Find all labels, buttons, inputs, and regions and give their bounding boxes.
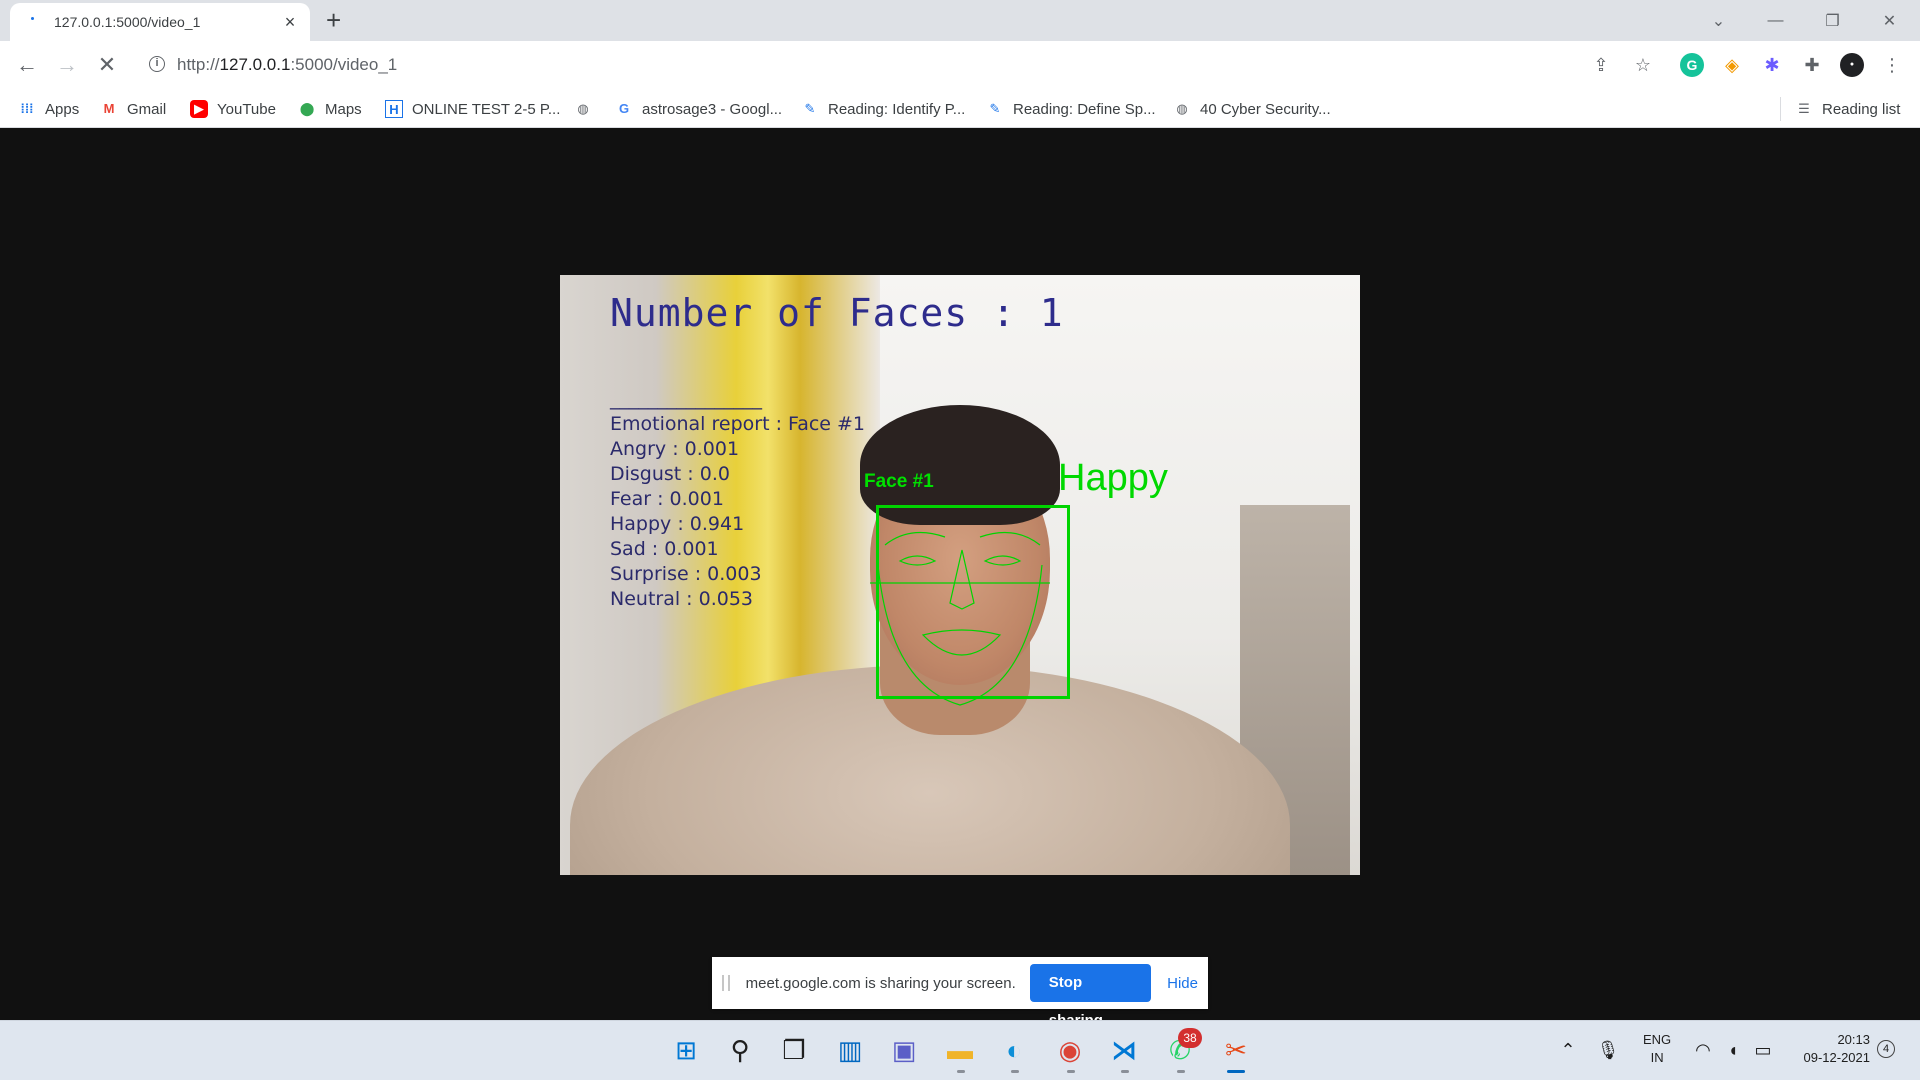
share-message: meet.google.com is sharing your screen. <box>745 974 1016 992</box>
emotion-surprise: Surprise : 0.003 <box>610 563 762 585</box>
window-controls: ⌄ — ❐ ✕ <box>1690 0 1918 41</box>
system-clock[interactable]: 20:13 09-12-2021 <box>1790 1031 1871 1067</box>
running-indicator <box>1177 1070 1185 1073</box>
face-id-label: Face #1 <box>864 471 934 492</box>
bookmark-apps[interactable]: ⁞⁞⁞ Apps <box>18 98 80 120</box>
bookmark-globe[interactable]: ◍ <box>574 98 601 120</box>
notification-count-badge[interactable]: 4 <box>1877 1040 1895 1058</box>
apps-grid-icon: ⁞⁞⁞ <box>20 101 34 116</box>
forward-arrow-icon[interactable]: → <box>53 51 81 79</box>
tab-title: 127.0.0.1:5000/video_1 <box>54 14 201 30</box>
page-content: Number of Faces : 1 ________________ Emo… <box>0 128 1920 1020</box>
close-tab-icon[interactable]: × <box>280 12 300 33</box>
new-tab-button[interactable]: + <box>326 6 341 34</box>
teams-chat-icon[interactable]: ▣ <box>886 1032 922 1068</box>
emotion-angry: Angry : 0.001 <box>610 438 740 460</box>
bookmark-youtube[interactable]: ▶ YouTube <box>190 98 276 120</box>
globe-icon: ◍ <box>1176 101 1188 116</box>
youtube-icon: ▶ <box>190 100 208 118</box>
reading-icon: ✎ <box>989 101 1001 116</box>
extensions-puzzle-icon[interactable]: ✚ <box>1800 53 1824 77</box>
start-windows-icon[interactable]: ⊞ <box>668 1032 704 1068</box>
minimize-button[interactable]: — <box>1747 12 1804 30</box>
bookmark-reading-define[interactable]: ✎ Reading: Define Sp... <box>986 98 1156 120</box>
search-icon[interactable]: ⚲ <box>722 1032 758 1068</box>
h-logo-icon: H <box>385 100 403 118</box>
detected-emotion-label: Happy <box>1058 457 1168 499</box>
restore-button[interactable]: ❐ <box>1804 11 1861 31</box>
google-icon: G <box>618 101 630 116</box>
reading-list-button[interactable]: ☰ Reading list <box>1795 98 1900 120</box>
browser-tab[interactable]: 127.0.0.1:5000/video_1 × <box>10 3 310 41</box>
site-info-icon[interactable]: i <box>149 56 165 72</box>
chrome-browser-icon[interactable]: ◉ <box>1052 1032 1088 1068</box>
reading-list-icon: ☰ <box>1798 101 1810 116</box>
emotion-neutral: Neutral : 0.053 <box>610 588 754 610</box>
back-arrow-icon[interactable]: ← <box>13 51 41 79</box>
screen-share-banner: meet.google.com is sharing your screen. … <box>712 957 1208 1029</box>
profile-avatar[interactable]: ● <box>1840 53 1864 77</box>
language-indicator[interactable]: ENG IN <box>1643 1031 1671 1067</box>
analysis-overlay: Number of Faces : 1 ________________ Emo… <box>560 275 1360 875</box>
emotion-disgust: Disgust : 0.0 <box>610 463 730 485</box>
report-separator: ________________ <box>610 388 762 410</box>
running-indicator <box>1011 1070 1019 1073</box>
address-bar[interactable]: i http://127.0.0.1:5000/video_1 <box>139 48 1659 82</box>
bookmark-star-icon[interactable]: ☆ <box>1631 53 1655 77</box>
running-indicator <box>1067 1070 1075 1073</box>
extension-snowflake-icon[interactable]: ✱ <box>1760 53 1784 77</box>
hide-banner-link[interactable]: Hide <box>1167 975 1198 992</box>
close-window-button[interactable]: ✕ <box>1861 11 1918 31</box>
bookmark-online-test[interactable]: H ONLINE TEST 2-5 P... <box>385 98 560 120</box>
grammarly-extension-icon[interactable]: G <box>1680 53 1704 77</box>
microphone-icon[interactable]: 🎙 <box>1590 1032 1626 1068</box>
widgets-icon[interactable]: ▥ <box>832 1032 868 1068</box>
file-explorer-icon[interactable]: ▬ <box>942 1032 978 1068</box>
bookmarks-bar: ⁞⁞⁞ Apps M Gmail ▶ YouTube ⬤ Maps H ONLI… <box>0 89 1920 128</box>
show-hidden-icons-chevron-icon[interactable]: ⌃ <box>1550 1032 1586 1068</box>
tab-strip: 127.0.0.1:5000/video_1 × + ⌄ — ❐ ✕ <box>0 0 1920 41</box>
maps-pin-icon: ⬤ <box>299 101 315 116</box>
bookmark-maps[interactable]: ⬤ Maps <box>298 98 362 120</box>
bookmark-gmail[interactable]: M Gmail <box>100 98 167 120</box>
stop-sharing-button[interactable]: Stop sharing <box>1029 964 1152 1029</box>
task-view-icon[interactable]: ❐ <box>776 1032 812 1068</box>
snipping-tool-icon[interactable]: ✂ <box>1218 1032 1254 1068</box>
running-indicator <box>1121 1070 1129 1073</box>
gmail-icon: M <box>103 101 115 116</box>
stop-loading-icon[interactable]: ✕ <box>93 51 121 79</box>
whatsapp-unread-badge: 38 <box>1178 1028 1202 1048</box>
faces-count-title: Number of Faces : 1 <box>610 291 1064 335</box>
emotion-fear: Fear : 0.001 <box>610 488 724 510</box>
globe-icon: ◍ <box>577 101 589 116</box>
browser-toolbar: ← → ✕ i http://127.0.0.1:5000/video_1 ⇪ … <box>0 41 1920 89</box>
reading-icon: ✎ <box>804 101 816 116</box>
battery-icon[interactable]: ▭ <box>1745 1032 1781 1068</box>
bookmarks-divider <box>1780 97 1781 121</box>
extension-icon[interactable]: ◈ <box>1720 53 1744 77</box>
active-app-indicator <box>1227 1070 1245 1073</box>
share-icon[interactable]: ⇪ <box>1589 53 1613 77</box>
bookmark-cyber-security[interactable]: ◍ 40 Cyber Security... <box>1173 98 1330 120</box>
emotion-report: ________________ Emotional report : Face… <box>610 387 865 612</box>
loading-spinner-icon <box>24 14 40 30</box>
emotion-happy: Happy : 0.941 <box>610 513 745 535</box>
report-header: Emotional report : Face #1 <box>610 413 866 435</box>
url-text: http://127.0.0.1:5000/video_1 <box>177 55 398 74</box>
drag-handle-icon[interactable] <box>722 975 730 991</box>
vscode-icon[interactable]: ⋊ <box>1106 1032 1142 1068</box>
face-bounding-box <box>876 505 1070 699</box>
bookmark-astrosage[interactable]: G astrosage3 - Googl... <box>615 98 782 120</box>
edge-browser-icon[interactable]: ◐ <box>996 1032 1032 1068</box>
video-feed: Number of Faces : 1 ________________ Emo… <box>560 275 1360 875</box>
menu-kebab-icon[interactable]: ⋮ <box>1880 53 1904 77</box>
running-indicator <box>957 1070 965 1073</box>
bookmark-reading-identify[interactable]: ✎ Reading: Identify P... <box>801 98 966 120</box>
emotion-sad: Sad : 0.001 <box>610 538 719 560</box>
tab-search-icon[interactable]: ⌄ <box>1690 11 1747 31</box>
